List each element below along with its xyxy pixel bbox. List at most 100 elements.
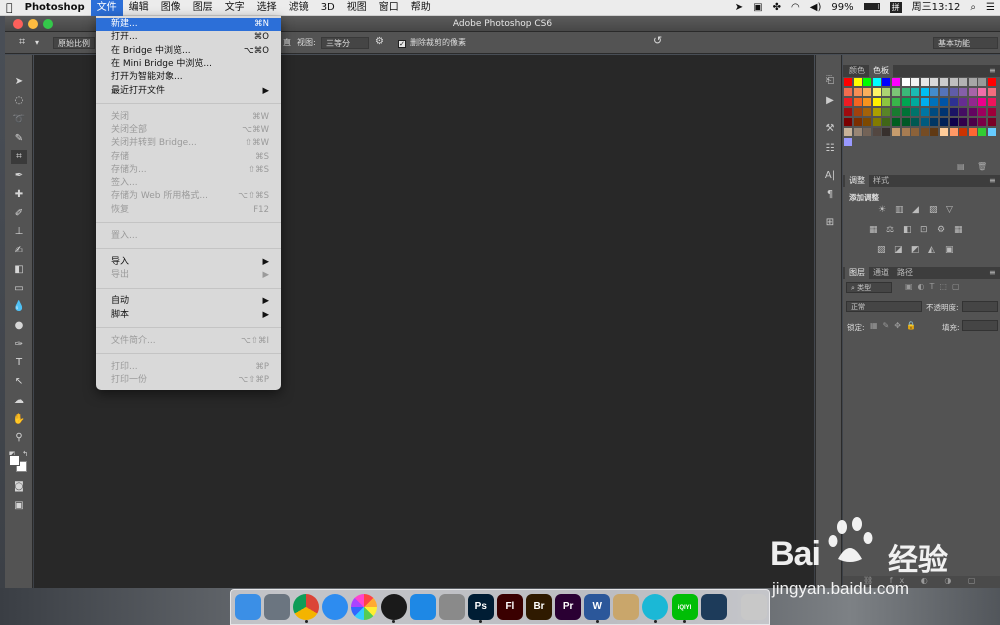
color-swatch[interactable] [911,108,920,116]
adjustment-icon[interactable]: ▨ [877,245,886,255]
tab-channels[interactable]: 通道 [869,267,893,279]
color-swatch[interactable] [949,88,958,96]
panel-menu-icon[interactable]: ≡ [989,175,996,187]
battery-icon[interactable] [859,0,885,16]
gear-icon[interactable]: ⚙ [375,36,384,48]
color-swatch[interactable] [892,88,900,96]
adjustment-icon[interactable]: ▦ [869,225,878,235]
trash-icon[interactable]: 🗑 [977,162,987,171]
tab-color[interactable]: 颜色 [845,65,869,77]
new-swatch-icon[interactable]: ▤ [957,162,965,171]
color-swatch[interactable] [930,98,939,106]
foreground-color-swatch[interactable] [9,455,20,466]
paragraph-icon[interactable]: ¶ [823,189,837,201]
bridge-icon[interactable]: Br [526,594,552,620]
color-swatch[interactable] [853,78,862,86]
color-swatch[interactable] [872,108,881,116]
brush-settings-icon[interactable]: ☷ [823,143,837,155]
color-swatch[interactable] [901,88,910,96]
volume-icon[interactable]: ◀) [805,0,827,16]
color-swatch[interactable] [853,88,862,96]
color-swatch[interactable] [892,108,900,116]
menu-3d[interactable]: 3D [315,0,341,16]
color-swatch[interactable] [988,108,996,116]
wifi-icon[interactable]: ◠ [786,0,805,16]
adjustment-icon[interactable]: ◭ [928,245,935,255]
photoshop-icon[interactable]: Ps [467,594,494,620]
launchpad-icon[interactable] [264,594,291,620]
color-swatch[interactable] [863,118,872,126]
file-menu-item[interactable]: 自动 ▶ [96,295,281,308]
color-swatch[interactable] [940,108,948,116]
color-swatch[interactable] [949,128,958,136]
fan-icon[interactable]: ✤ [768,0,786,16]
pen-tool-icon[interactable]: ✑ [11,338,27,352]
brush-tool-icon[interactable]: ✐ [11,207,27,221]
color-swatch[interactable] [968,128,977,136]
color-swatch[interactable] [930,128,939,136]
menu-type[interactable]: 文字 [219,0,251,16]
system-preferences-icon[interactable] [438,594,465,620]
color-swatch[interactable] [920,108,929,116]
color-swatch[interactable] [988,88,996,96]
actions-play-icon[interactable]: ▶ [823,95,837,107]
eraser-tool-icon[interactable]: ◧ [11,263,27,277]
properties-icon[interactable]: ⊞ [823,217,837,229]
archive-icon[interactable] [613,594,640,620]
color-swatch[interactable] [901,118,910,126]
color-swatch[interactable] [872,88,881,96]
menu-filter[interactable]: 滤镜 [283,0,315,16]
color-swatch[interactable] [853,118,862,126]
adjustment-icon[interactable]: ▦ [954,225,963,235]
color-swatch[interactable] [872,78,881,86]
color-swatch[interactable] [959,128,968,136]
crop-tool-icon[interactable]: ⌗ [11,150,27,164]
color-swatch[interactable] [853,98,862,106]
location-icon[interactable]: ➤ [730,0,748,16]
fill-input[interactable] [962,320,998,331]
color-swatch[interactable] [901,78,910,86]
premiere-icon[interactable]: Pr [555,594,582,620]
color-swatch[interactable] [892,118,900,126]
color-swatch[interactable] [882,128,891,136]
tab-paths[interactable]: 路径 [893,267,917,279]
color-swatch[interactable] [844,88,852,96]
color-swatch[interactable] [844,128,852,136]
color-swatch[interactable] [844,108,852,116]
color-swatch[interactable] [940,88,948,96]
color-swatch[interactable] [978,78,987,86]
view-dropdown[interactable]: 三等分 [321,37,369,49]
color-swatch[interactable] [853,108,862,116]
color-swatch[interactable] [940,98,948,106]
swap-colors-icon[interactable]: ↰ [20,447,30,461]
quick-select-tool-icon[interactable]: ✎ [11,132,27,146]
menu-edit[interactable]: 编辑 [123,0,155,16]
menu-image[interactable]: 图像 [155,0,187,16]
file-menu-item[interactable]: 最近打开文件 ▶ [96,85,281,98]
adjustment-icon[interactable]: ▣ [945,245,954,255]
color-swatch[interactable] [959,88,968,96]
clone-stamp-tool-icon[interactable]: ⊥ [11,225,27,239]
color-swatch[interactable] [911,118,920,126]
color-swatch[interactable] [978,108,987,116]
adjustment-icon[interactable]: ⚖ [886,225,894,235]
minimize-window-button[interactable] [28,19,38,29]
color-swatch[interactable] [968,78,977,86]
tab-swatches[interactable]: 色板 [869,65,893,77]
chrome-icon[interactable] [293,594,320,620]
history-brush-tool-icon[interactable]: ✍ [11,244,27,258]
delete-cropped-checkbox[interactable]: ✓ [398,37,406,49]
move-tool-icon[interactable]: ➤ [11,75,27,89]
color-swatch[interactable] [901,128,910,136]
color-swatch[interactable] [892,78,900,86]
color-swatch[interactable] [940,78,948,86]
color-swatch[interactable] [863,78,872,86]
close-window-button[interactable] [13,19,23,29]
color-swatch[interactable] [978,118,987,126]
color-swatch[interactable] [863,88,872,96]
file-menu-item[interactable]: 打开... ⌘O [96,31,281,44]
color-swatch[interactable] [988,118,996,126]
marquee-tool-icon[interactable]: ◌ [11,94,27,108]
menu-select[interactable]: 选择 [251,0,283,16]
qq-icon[interactable] [380,594,407,620]
